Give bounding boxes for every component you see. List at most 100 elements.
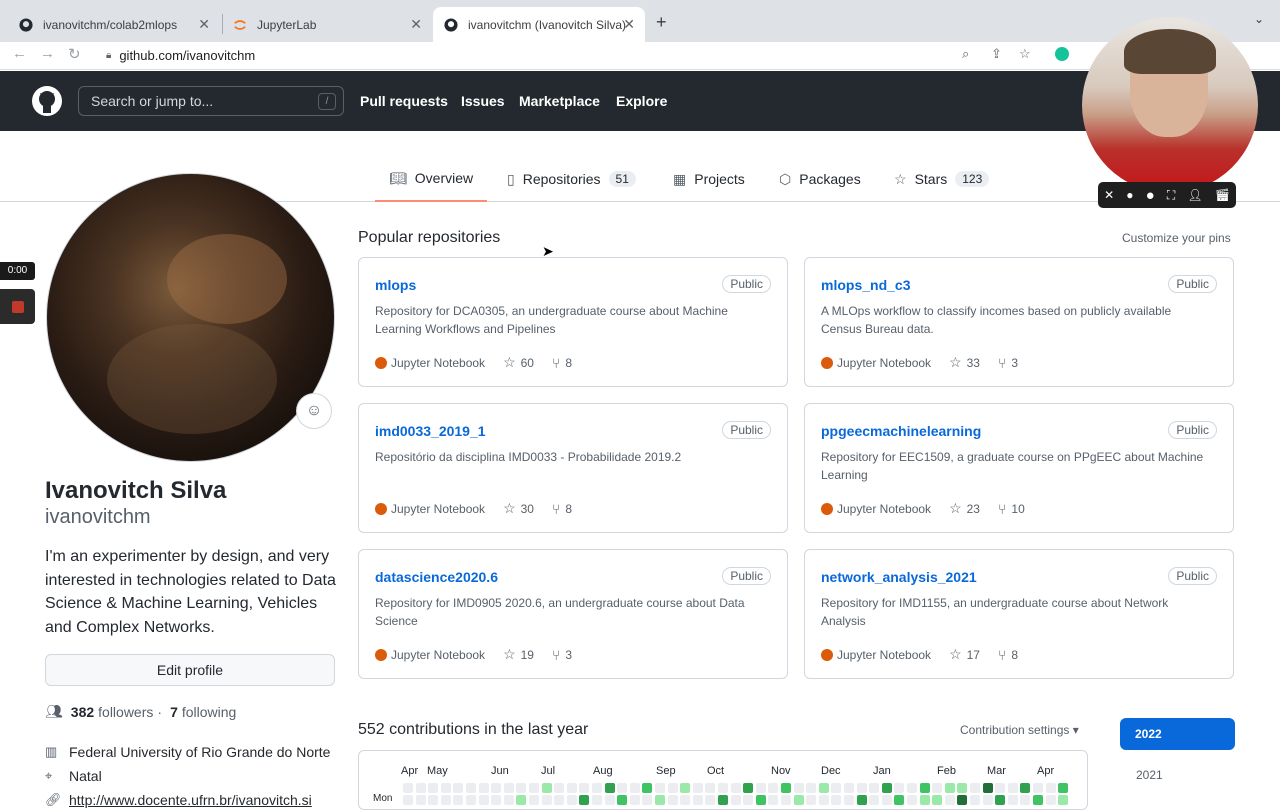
contribution-day-cell[interactable] bbox=[755, 783, 766, 793]
contribution-day-cell[interactable] bbox=[730, 795, 741, 805]
close-tab-icon[interactable]: ✕ bbox=[623, 16, 635, 33]
contribution-day-cell[interactable] bbox=[970, 783, 980, 793]
contribution-day-cell[interactable] bbox=[982, 795, 993, 805]
repo-stars[interactable]: ☆ 60 bbox=[503, 354, 534, 371]
stop-recording-button[interactable] bbox=[0, 289, 35, 324]
contribution-day-cell[interactable] bbox=[478, 783, 489, 793]
contribution-day-cell[interactable] bbox=[478, 795, 489, 805]
contribution-day-cell[interactable] bbox=[554, 795, 565, 805]
contribution-day-cell[interactable] bbox=[856, 795, 867, 805]
repo-name-link[interactable]: network_analysis_2021 bbox=[821, 569, 977, 585]
fullscreen-icon[interactable]: ⛶ bbox=[1167, 188, 1175, 203]
close-tab-icon[interactable]: ✕ bbox=[410, 16, 422, 33]
contribution-day-cell[interactable] bbox=[667, 795, 678, 805]
contribution-day-cell[interactable] bbox=[768, 795, 779, 805]
reload-icon[interactable]: ↻ bbox=[68, 45, 81, 63]
contribution-day-cell[interactable] bbox=[440, 783, 451, 793]
share-icon[interactable]: ⇪ bbox=[991, 46, 1002, 62]
github-logo-icon[interactable] bbox=[31, 85, 63, 122]
contribution-day-cell[interactable] bbox=[491, 795, 502, 805]
repo-name-link[interactable]: mlops_nd_c3 bbox=[821, 277, 910, 293]
contribution-day-cell[interactable] bbox=[579, 795, 590, 805]
contribution-day-cell[interactable] bbox=[642, 795, 653, 805]
contribution-day-cell[interactable] bbox=[970, 795, 980, 805]
contribution-day-cell[interactable] bbox=[919, 795, 930, 805]
contribution-day-cell[interactable] bbox=[604, 783, 615, 793]
contribution-day-cell[interactable] bbox=[503, 795, 514, 805]
contribution-day-cell[interactable] bbox=[453, 795, 464, 805]
contribution-day-cell[interactable] bbox=[503, 783, 514, 793]
contribution-day-cell[interactable] bbox=[957, 783, 968, 793]
contribution-day-cell[interactable] bbox=[554, 783, 565, 793]
contribution-day-cell[interactable] bbox=[529, 783, 539, 793]
contribution-day-cell[interactable] bbox=[566, 795, 577, 805]
contribution-day-cell[interactable] bbox=[982, 783, 993, 793]
tab-packages[interactable]: ⬡ Packages bbox=[779, 156, 861, 202]
contribution-day-cell[interactable] bbox=[428, 783, 439, 793]
contribution-day-cell[interactable] bbox=[529, 795, 539, 805]
contribution-day-cell[interactable] bbox=[655, 795, 665, 805]
forward-icon[interactable]: → bbox=[40, 45, 55, 62]
repo-stars[interactable]: ☆ 30 bbox=[503, 500, 534, 517]
contribution-day-cell[interactable] bbox=[1058, 783, 1069, 793]
contribution-day-cell[interactable] bbox=[541, 795, 552, 805]
contribution-day-cell[interactable] bbox=[705, 795, 716, 805]
contribution-day-cell[interactable] bbox=[566, 783, 577, 793]
nav-marketplace[interactable]: Marketplace bbox=[519, 93, 600, 109]
contribution-day-cell[interactable] bbox=[440, 795, 451, 805]
browser-tab-colab2mlops[interactable]: ivanovitchm/colab2mlops ✕ bbox=[8, 7, 220, 42]
contribution-day-cell[interactable] bbox=[415, 795, 426, 805]
contribution-day-cell[interactable] bbox=[415, 783, 426, 793]
contribution-day-cell[interactable] bbox=[692, 795, 703, 805]
search-input[interactable]: Search or jump to... / bbox=[78, 86, 344, 116]
contribution-day-cell[interactable] bbox=[692, 783, 703, 793]
contribution-day-cell[interactable] bbox=[1020, 783, 1031, 793]
contribution-day-cell[interactable] bbox=[793, 795, 804, 805]
tab-search-chevron-icon[interactable]: ⌄ bbox=[1254, 12, 1264, 26]
contribution-day-cell[interactable] bbox=[743, 795, 754, 805]
contribution-day-cell[interactable] bbox=[781, 795, 791, 805]
contribution-day-cell[interactable] bbox=[428, 795, 439, 805]
contribution-day-cell[interactable] bbox=[1007, 795, 1018, 805]
contribution-day-cell[interactable] bbox=[579, 783, 590, 793]
contribution-day-cell[interactable] bbox=[932, 795, 943, 805]
contribution-day-cell[interactable] bbox=[667, 783, 678, 793]
repo-name-link[interactable]: datascience2020.6 bbox=[375, 569, 498, 585]
contribution-day-cell[interactable] bbox=[1020, 795, 1031, 805]
new-tab-icon[interactable]: + bbox=[656, 12, 667, 33]
contribution-day-cell[interactable] bbox=[466, 783, 476, 793]
contribution-day-cell[interactable] bbox=[1007, 783, 1018, 793]
contribution-day-cell[interactable] bbox=[592, 795, 602, 805]
repo-forks[interactable]: ⑂ 3 bbox=[552, 647, 572, 663]
contribution-day-cell[interactable] bbox=[881, 783, 892, 793]
repo-stars[interactable]: ☆ 23 bbox=[949, 500, 980, 517]
contribution-day-cell[interactable] bbox=[881, 795, 892, 805]
back-icon[interactable]: ← bbox=[12, 45, 27, 62]
contribution-day-cell[interactable] bbox=[995, 783, 1006, 793]
contribution-day-cell[interactable] bbox=[919, 783, 930, 793]
contribution-day-cell[interactable] bbox=[718, 783, 728, 793]
avatar[interactable] bbox=[46, 173, 335, 462]
contribution-day-cell[interactable] bbox=[831, 795, 842, 805]
profile-website[interactable]: 🔗︎ http://www.docente.ufrn.br/ivanovitch… bbox=[45, 792, 312, 808]
contribution-day-cell[interactable] bbox=[957, 795, 968, 805]
website-link[interactable]: http://www.docente.ufrn.br/ivanovitch.si bbox=[69, 792, 312, 808]
repo-forks[interactable]: ⑂ 3 bbox=[998, 355, 1018, 371]
contribution-day-cell[interactable] bbox=[1033, 783, 1043, 793]
contribution-day-cell[interactable] bbox=[831, 783, 842, 793]
browser-tab-jupyterlab[interactable]: JupyterLab ✕ bbox=[222, 7, 432, 42]
year-2022-button[interactable]: 2022 bbox=[1120, 718, 1235, 750]
bookmark-star-icon[interactable]: ☆ bbox=[1019, 46, 1031, 62]
address-bar[interactable]: 🔒︎ github.com/ivanovitchm bbox=[98, 44, 1098, 66]
contribution-day-cell[interactable] bbox=[1033, 795, 1043, 805]
contribution-day-cell[interactable] bbox=[793, 783, 804, 793]
year-2021-button[interactable]: 2021 bbox=[1136, 768, 1163, 782]
repo-forks[interactable]: ⑂ 8 bbox=[552, 355, 572, 371]
contribution-day-cell[interactable] bbox=[592, 783, 602, 793]
contribution-settings-dropdown[interactable]: Contribution settings ▾ bbox=[960, 723, 1079, 737]
nav-issues[interactable]: Issues bbox=[461, 93, 505, 109]
repo-forks[interactable]: ⑂ 8 bbox=[552, 501, 572, 517]
grammarly-extension-icon[interactable] bbox=[1055, 47, 1069, 61]
contribution-day-cell[interactable] bbox=[755, 795, 766, 805]
contribution-day-cell[interactable] bbox=[856, 783, 867, 793]
